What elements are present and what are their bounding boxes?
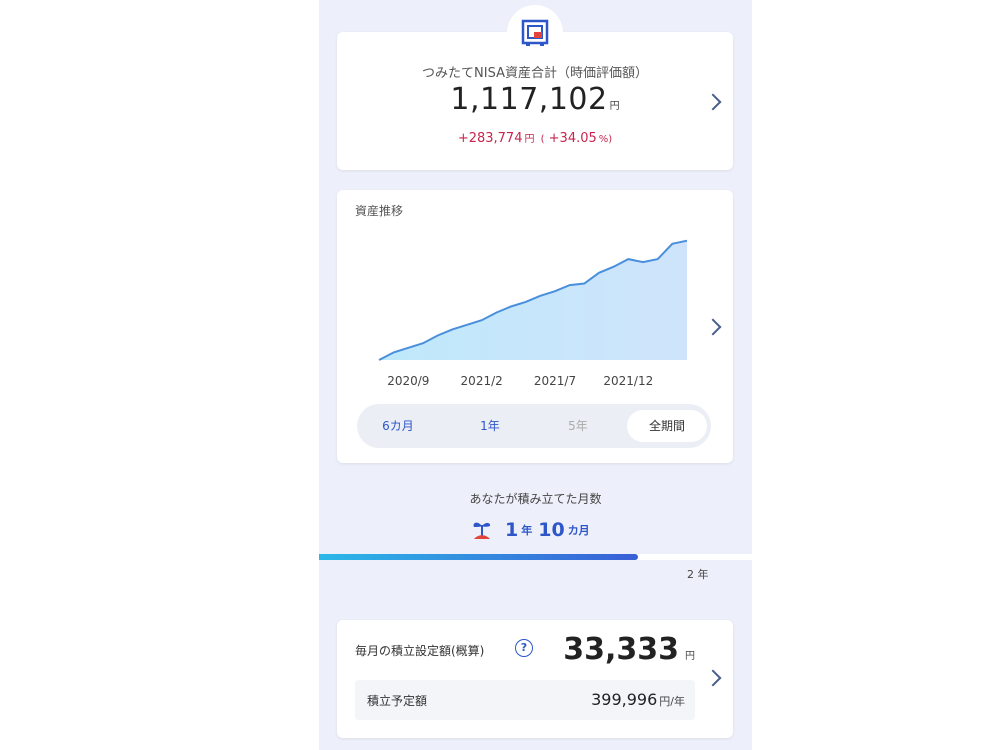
planned-amount-row: 399,996 円/年 [591,690,685,709]
years-value: 1 [505,519,519,541]
x-tick-label: 2020/9 [387,374,429,388]
total-assets-amount-row: 1,117,102 円 [337,82,733,117]
x-tick-label: 2021/2 [461,374,503,388]
monthly-amount-row: 33,333 円 [563,632,695,667]
safe-icon [521,19,549,46]
total-assets-amount: 1,117,102 [450,82,608,117]
planned-amount-label: 積立予定額 [367,694,428,708]
planned-amount: 399,996 [591,690,658,709]
progress-goal-label: 2 年 [687,568,709,581]
monthly-amount: 33,333 [563,632,679,667]
months-value: 10 [538,519,565,541]
progress-bar [319,554,752,560]
asset-trend-title: 資産推移 [355,204,404,218]
help-icon[interactable]: ? [515,639,533,657]
safe-badge [507,5,563,61]
x-tick-label: 2021/12 [603,374,653,388]
monthly-setting-label: 毎月の積立設定額(概算) [355,644,485,658]
sprout-icon [473,522,491,539]
progress-bar-fill [319,554,638,560]
gain-unit: 円 [524,134,535,145]
app-screen: つみたてNISA資産合計（時価評価額） 1,117,102 円 +283,774 円… [319,0,752,750]
years-unit: 年 [521,524,533,537]
asset-trend-chart: 2020/9 2021/2 2021/7 2021/12 [378,239,688,388]
gain-amount: +283,774 [457,131,523,146]
x-tick-label: 2021/7 [534,374,576,388]
months-accumulated-label: あなたが積み立てた月数 [469,492,602,506]
period-all[interactable]: 全期間 [627,410,707,442]
planned-amount-unit: 円/年 [659,695,685,708]
period-1-year[interactable]: 1年 [461,410,519,442]
period-selector: 6カ月 1年 5年 全期間 [357,404,711,448]
gain-pct-unit: %) [598,134,613,145]
total-assets-title: つみたてNISA資産合計（時価評価額） [422,66,648,81]
asset-trend-card[interactable]: 2020/9 2021/2 2021/7 2021/12 資産推移 6カ月 1年 5年… [337,190,733,463]
period-6-months[interactable]: 6カ月 [369,410,427,442]
months-accumulated-value: 1 年 10 カ月 [469,515,596,545]
months-unit: カ月 [567,524,590,537]
gain-percent: +34.05 [548,131,597,146]
gain-pct-open: ( [540,134,545,145]
chevron-right-icon[interactable] [704,669,722,687]
monthly-setting-card[interactable]: 毎月の積立設定額(概算) ? 33,333 円 積立予定額 399,996 円/年 [337,620,733,738]
period-5-years: 5年 [568,419,588,433]
total-assets-unit: 円 [609,101,620,112]
monthly-amount-unit: 円 [685,651,695,662]
gain-row: +283,774 円 ( +34.05%) [337,130,733,146]
planned-amount-box: 積立予定額 399,996 円/年 [355,680,695,720]
